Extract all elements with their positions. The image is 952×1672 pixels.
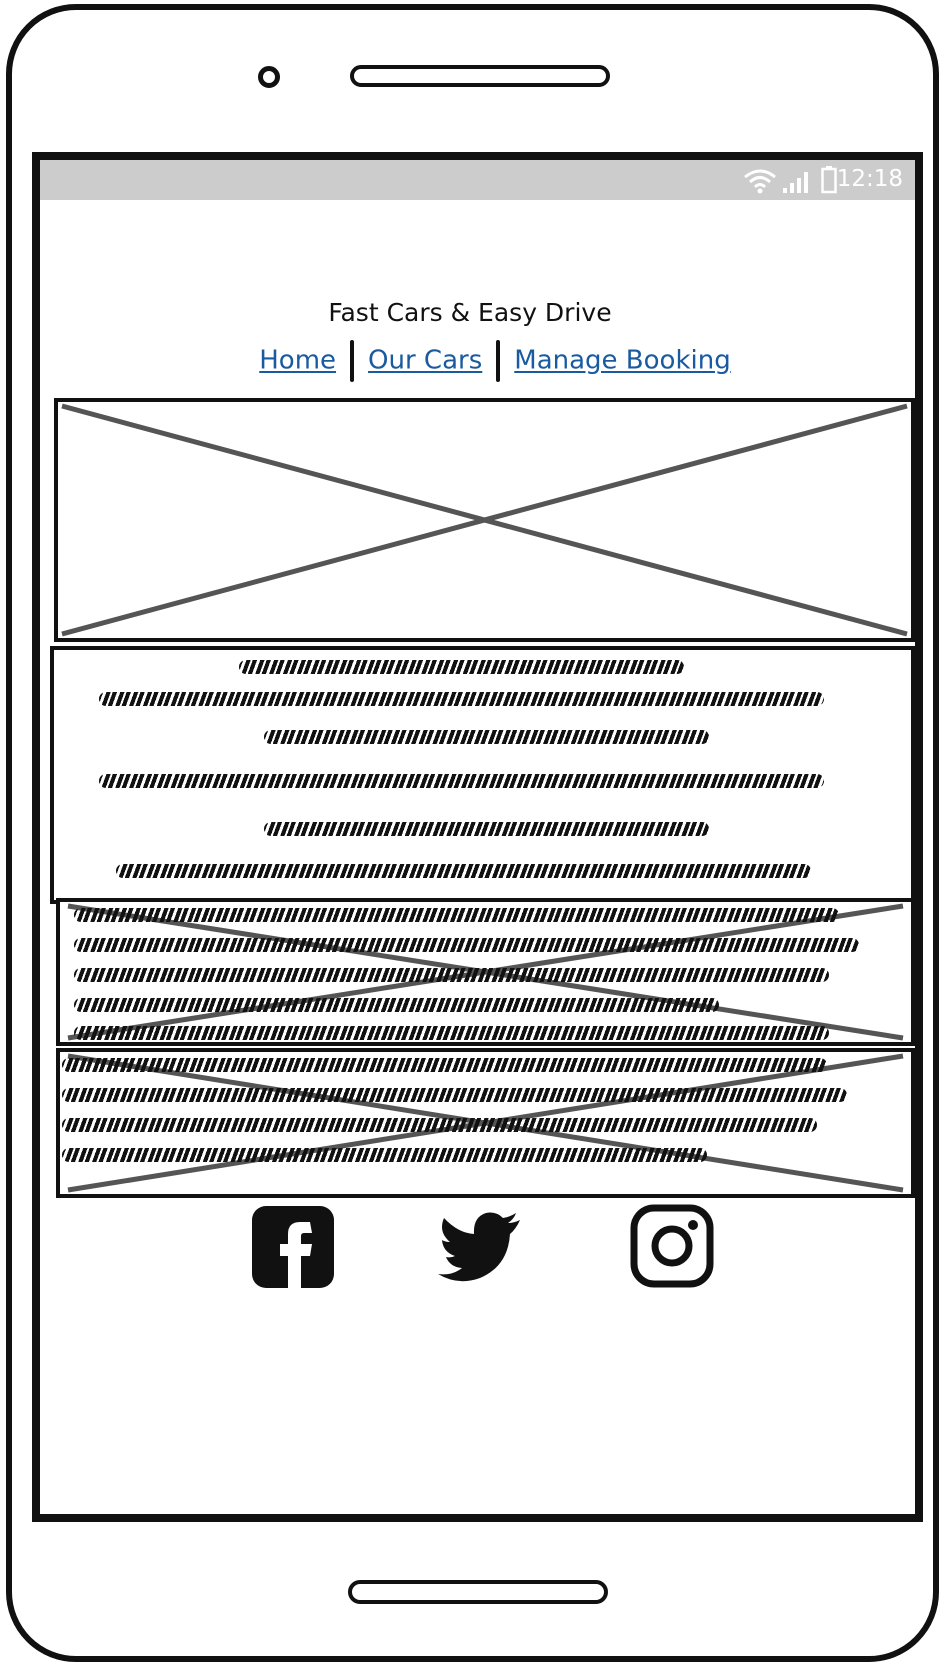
facebook-icon[interactable] bbox=[252, 1206, 334, 1288]
text-line bbox=[74, 908, 839, 922]
intro-text-block bbox=[50, 646, 915, 904]
text-line bbox=[264, 730, 709, 744]
status-bar: 12:18 bbox=[40, 160, 915, 200]
text-line bbox=[264, 822, 709, 836]
signal-icon bbox=[783, 172, 808, 193]
status-time: 12:18 bbox=[836, 166, 903, 192]
main-nav: Home Our Cars Manage Booking bbox=[40, 340, 915, 382]
text-line bbox=[74, 1026, 829, 1040]
text-line bbox=[74, 938, 859, 952]
feature-card bbox=[56, 898, 915, 1046]
phone-screen: 12:18 Fast Cars & Easy Drive Home Our Car… bbox=[32, 152, 923, 1522]
nav-divider bbox=[350, 340, 355, 382]
text-line bbox=[62, 1058, 827, 1072]
hero-image-placeholder bbox=[54, 398, 915, 642]
camera-icon bbox=[258, 66, 280, 88]
image-placeholder-cross bbox=[61, 403, 908, 637]
feature-card bbox=[56, 1048, 915, 1198]
text-line bbox=[99, 692, 824, 706]
site-title: Fast Cars & Easy Drive bbox=[328, 298, 612, 327]
nav-link-our-cars[interactable]: Our Cars bbox=[368, 346, 482, 376]
text-line bbox=[74, 968, 829, 982]
text-line bbox=[62, 1118, 817, 1132]
battery-icon bbox=[821, 166, 837, 194]
text-line bbox=[62, 1088, 847, 1102]
text-line bbox=[116, 864, 811, 878]
home-button[interactable] bbox=[348, 1580, 608, 1604]
nav-divider bbox=[496, 340, 501, 382]
text-line bbox=[99, 774, 824, 788]
wifi-icon bbox=[744, 169, 776, 194]
text-line bbox=[62, 1148, 707, 1162]
text-line bbox=[74, 998, 719, 1012]
instagram-icon[interactable] bbox=[630, 1204, 714, 1288]
nav-link-home[interactable]: Home bbox=[259, 346, 336, 376]
text-line bbox=[239, 660, 684, 674]
nav-link-manage-booking[interactable]: Manage Booking bbox=[514, 346, 730, 376]
twitter-icon[interactable] bbox=[438, 1212, 522, 1282]
speaker-grille bbox=[350, 65, 610, 87]
